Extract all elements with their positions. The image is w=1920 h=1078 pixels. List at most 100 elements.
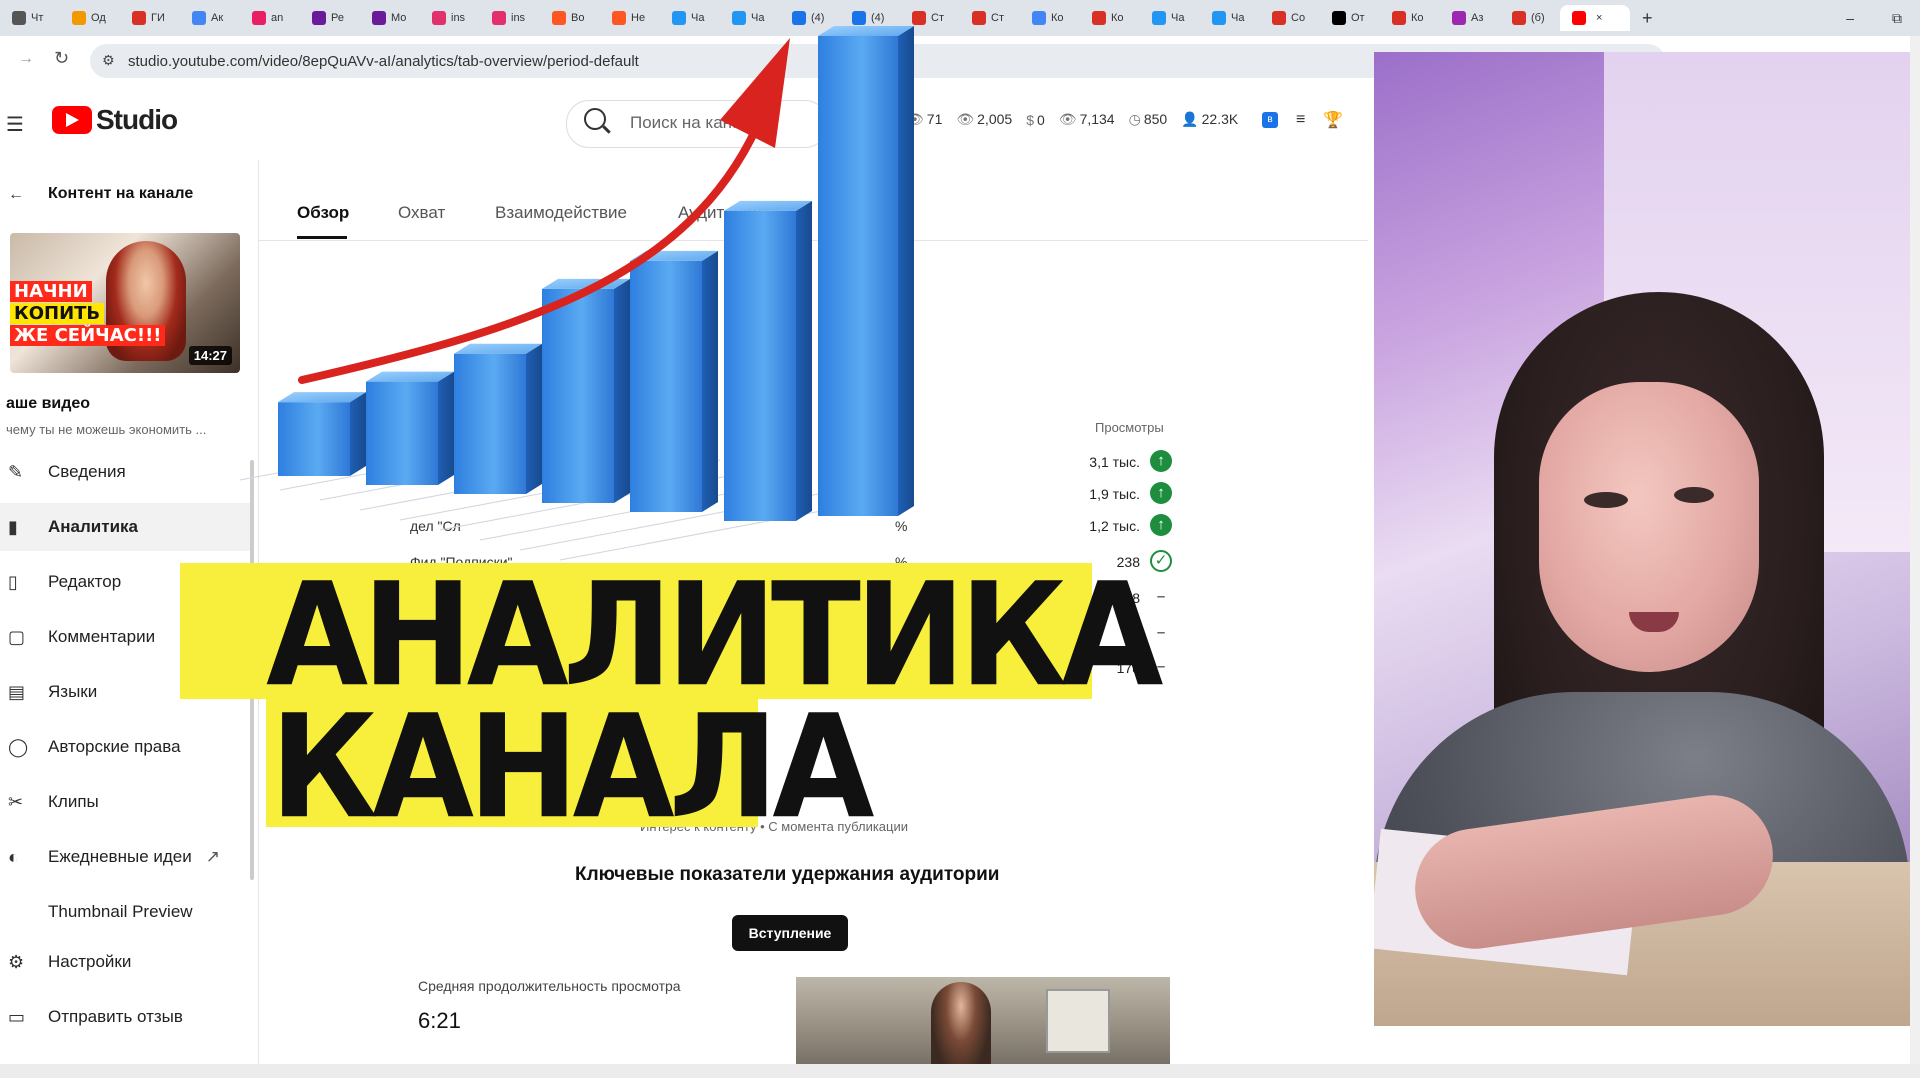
sidebar-item[interactable]: ⚙ Настройки (0, 938, 250, 986)
table-row[interactable]: % 1,9 тыс. ↑ (410, 480, 1180, 510)
browser-tab[interactable]: Ст (960, 5, 1020, 31)
browser-tab[interactable]: ГИ (120, 5, 180, 31)
browser-tab[interactable]: Не (600, 5, 660, 31)
sidebar-item[interactable]: Thumbnail Preview (0, 888, 250, 936)
browser-tab[interactable]: Ча (720, 5, 780, 31)
browser-tab[interactable]: Аз (1440, 5, 1500, 31)
tab-overview[interactable]: Обзор (297, 203, 349, 223)
browser-tab[interactable]: (б) (1500, 5, 1560, 31)
browser-tab[interactable]: (4) (840, 5, 900, 31)
tab-favicon-icon (972, 11, 986, 25)
back-arrow-icon[interactable]: → (18, 50, 34, 68)
reload-icon[interactable]: ↻ (54, 48, 69, 69)
browser-tab[interactable]: Ко (1020, 5, 1080, 31)
traffic-source-views: 1,9 тыс. (1089, 486, 1140, 502)
sidebar-item[interactable]: ▮ Аналитика (0, 503, 250, 551)
trend-up-icon: ↑ (1150, 450, 1172, 472)
retention-video-preview[interactable] (796, 977, 1170, 1078)
browser-tab[interactable]: ins (420, 5, 480, 31)
stat-item[interactable]: $0 (1026, 112, 1045, 128)
browser-tab[interactable]: Од (60, 5, 120, 31)
active-tab-indicator (297, 236, 347, 239)
studio-logo-text[interactable]: Studio (96, 104, 178, 136)
hamburger-menu-icon[interactable]: ☰ (6, 112, 24, 137)
stat-value: 7,134 (1079, 111, 1115, 127)
tab-favicon-icon (252, 11, 266, 25)
tab-label: ins (451, 12, 466, 24)
browser-tab[interactable]: Ко (1080, 5, 1140, 31)
stat-item[interactable]: 👁 2,005 (956, 111, 1012, 128)
trophy-icon[interactable]: 🏆 (1323, 110, 1343, 130)
browser-tab[interactable]: Ча (1140, 5, 1200, 31)
browser-tab-strip: Чт Од ГИ Ак an Ре Мо ins ins Во Не Ча Ча (4) (4) Ст Ст Ко… (0, 0, 1920, 36)
bar-top (454, 343, 542, 354)
traffic-source-label: дел "Сл (410, 518, 461, 534)
preview-board (1046, 989, 1110, 1053)
sidebar-item[interactable]: ✂ Клипы (0, 778, 250, 826)
video-thumbnail[interactable]: НАЧНИ КОПИТЬ ЖЕ СЕЙЧАС!!! 14:27 (10, 233, 240, 373)
intro-chip[interactable]: Вступление (732, 915, 848, 951)
tab-label: От (1351, 12, 1365, 24)
browser-tab[interactable]: Со (1260, 5, 1320, 31)
tab-engagement[interactable]: Взаимодействие (495, 203, 627, 223)
tab-label: Ре (331, 12, 344, 24)
stat-value: 850 (1143, 111, 1168, 127)
browser-tab[interactable]: (4) (780, 5, 840, 31)
restore-button[interactable]: ⧉ (1892, 10, 1902, 27)
table-row[interactable]: % 3,1 тыс. ↑ (410, 448, 1180, 478)
thumbnail-caption: КОПИТЬ (10, 303, 105, 324)
stat-item[interactable]: 👁 7,134 (1059, 111, 1115, 128)
sidebar-item-label: Авторские права (48, 737, 181, 756)
tab-favicon-icon (1212, 11, 1226, 25)
tab-label: Мо (391, 12, 407, 24)
browser-tab[interactable]: Мо (360, 5, 420, 31)
sidebar-item-icon: ✂ (8, 791, 24, 812)
card-title: или к этому видео (520, 364, 703, 386)
browser-tab[interactable]: Ча (660, 5, 720, 31)
trend-up-icon: ↑ (1150, 482, 1172, 504)
sidebar-item-icon: ✎ (8, 461, 24, 482)
table-row[interactable]: дел "Сл% 1,2 тыс. ↑ (410, 512, 1180, 542)
browser-tab[interactable]: Ко (1380, 5, 1440, 31)
tab-audience[interactable]: Аудитория (678, 203, 762, 223)
browser-tab[interactable]: Ча (1200, 5, 1260, 31)
stat-item[interactable]: ◷ 850 (1129, 111, 1168, 128)
sidebar-title[interactable]: Контент на канале (48, 185, 193, 203)
stat-item[interactable]: 👤 22.3K (1181, 111, 1238, 128)
tab-reach[interactable]: Охват (398, 203, 445, 223)
browser-tab[interactable]: Во (540, 5, 600, 31)
browser-tab[interactable]: Ст (900, 5, 960, 31)
url-text[interactable]: studio.youtube.com/video/8epQuAVv-aI/ana… (128, 53, 639, 70)
bar-front (818, 36, 898, 516)
trend-up-icon: ↑ (1150, 514, 1172, 536)
tab-favicon-icon (1572, 11, 1586, 25)
sidebar-item[interactable]: ▭ Отправить отзыв (0, 993, 250, 1041)
list-icon[interactable]: ≡ (1296, 111, 1305, 129)
search-placeholder[interactable]: Поиск на кана (630, 113, 742, 133)
browser-tab[interactable]: Чт (0, 5, 60, 31)
browser-tab[interactable]: Ак (180, 5, 240, 31)
browser-tab[interactable]: × (1560, 5, 1630, 31)
sidebar-item[interactable]: ◯ Авторские права (0, 723, 250, 771)
browser-tab[interactable]: ins (480, 5, 540, 31)
traffic-source-views: 3,1 тыс. (1089, 454, 1140, 470)
minimize-button[interactable]: – (1846, 10, 1854, 26)
tab-favicon-icon (132, 11, 146, 25)
tab-favicon-icon (1152, 11, 1166, 25)
back-arrow-icon[interactable]: ← (8, 186, 24, 204)
thumbnail-caption: НАЧНИ (10, 281, 92, 302)
new-tab-button[interactable]: + (1630, 5, 1670, 31)
extension-icon[interactable]: в (1262, 112, 1278, 128)
browser-tab[interactable]: Ре (300, 5, 360, 31)
site-settings-icon[interactable]: ⚙ (102, 52, 115, 69)
avg-view-duration-label: Средняя продолжительность просмотра (418, 978, 681, 994)
sidebar-item-icon: ▭ (8, 1006, 26, 1027)
external-link-icon[interactable]: ↗ (206, 847, 220, 867)
sidebar-item[interactable]: ✎ Сведения (0, 448, 250, 496)
sidebar-item[interactable]: ◐ Ежедневные идеи ↗ (0, 833, 250, 881)
tab-favicon-icon (912, 11, 926, 25)
browser-tab[interactable]: От (1320, 5, 1380, 31)
browser-tab[interactable]: an (240, 5, 300, 31)
stat-item[interactable]: 👁 71 (906, 111, 942, 128)
close-tab-icon[interactable]: × (1596, 12, 1602, 24)
